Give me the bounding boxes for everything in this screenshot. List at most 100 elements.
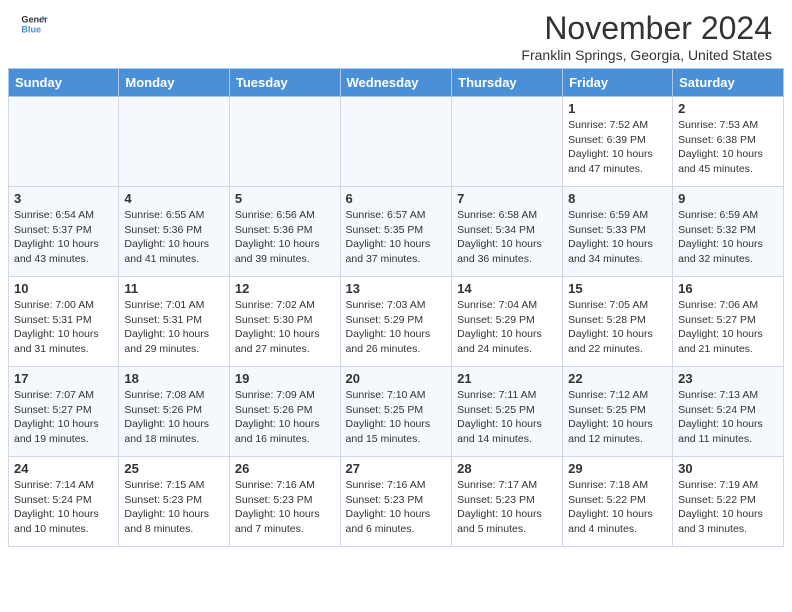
calendar-day-cell [119, 97, 230, 187]
calendar-header-row: SundayMondayTuesdayWednesdayThursdayFrid… [9, 69, 784, 97]
title-area: November 2024 Franklin Springs, Georgia,… [521, 10, 772, 63]
day-number: 16 [678, 281, 778, 296]
calendar-day-cell: 14 Sunrise: 7:04 AMSunset: 5:29 PMDayligh… [452, 277, 563, 367]
day-number: 10 [14, 281, 113, 296]
day-info: Sunrise: 7:04 AMSunset: 5:29 PMDaylight:… [457, 298, 557, 357]
calendar-day-cell: 19 Sunrise: 7:09 AMSunset: 5:26 PMDayligh… [229, 367, 340, 457]
logo: General Blue [20, 10, 48, 38]
calendar-day-cell: 18 Sunrise: 7:08 AMSunset: 5:26 PMDayligh… [119, 367, 230, 457]
calendar-day-cell: 7 Sunrise: 6:58 AMSunset: 5:34 PMDaylight… [452, 187, 563, 277]
day-number: 3 [14, 191, 113, 206]
calendar-day-cell: 1 Sunrise: 7:52 AMSunset: 6:39 PMDaylight… [563, 97, 673, 187]
calendar-day-cell: 27Sunrise: 7:16 AMSunset: 5:23 PMDayligh… [340, 457, 452, 547]
day-info: Sunrise: 6:56 AMSunset: 5:36 PMDaylight:… [235, 208, 335, 267]
day-of-week-header: Thursday [452, 69, 563, 97]
day-number: 12 [235, 281, 335, 296]
calendar-week-row: 17 Sunrise: 7:07 AMSunset: 5:27 PMDayligh… [9, 367, 784, 457]
header: General Blue November 2024 Franklin Spri… [0, 0, 792, 68]
calendar-day-cell: 16 Sunrise: 7:06 AMSunset: 5:27 PMDayligh… [673, 277, 784, 367]
day-number: 26 [235, 461, 335, 476]
day-number: 21 [457, 371, 557, 386]
calendar-day-cell: 26 Sunrise: 7:16 AMSunset: 5:23 PMDayligh… [229, 457, 340, 547]
day-number: 17 [14, 371, 113, 386]
day-info: Sunrise: 7:17 AMSunset: 5:23 PMDaylight:… [457, 478, 557, 537]
day-number: 6 [346, 191, 447, 206]
calendar-day-cell [340, 97, 452, 187]
day-info: Sunrise: 6:54 AMSunset: 5:37 PMDaylight:… [14, 208, 113, 267]
day-of-week-header: Tuesday [229, 69, 340, 97]
day-info: Sunrise: 7:52 AMSunset: 6:39 PMDaylight:… [568, 118, 667, 177]
calendar-day-cell [452, 97, 563, 187]
day-info: Sunrise: 7:14 AMSunset: 5:24 PMDaylight:… [14, 478, 113, 537]
day-number: 24 [14, 461, 113, 476]
calendar-day-cell: 20Sunrise: 7:10 AMSunset: 5:25 PMDayligh… [340, 367, 452, 457]
day-number: 22 [568, 371, 667, 386]
day-number: 29 [568, 461, 667, 476]
day-info: Sunrise: 7:05 AMSunset: 5:28 PMDaylight:… [568, 298, 667, 357]
day-info: Sunrise: 6:57 AMSunset: 5:35 PMDaylight:… [346, 208, 447, 267]
day-of-week-header: Saturday [673, 69, 784, 97]
day-info: Sunrise: 7:07 AMSunset: 5:27 PMDaylight:… [14, 388, 113, 447]
calendar-day-cell: 23Sunrise: 7:13 AMSunset: 5:24 PMDayligh… [673, 367, 784, 457]
day-info: Sunrise: 7:15 AMSunset: 5:23 PMDaylight:… [124, 478, 224, 537]
day-info: Sunrise: 6:58 AMSunset: 5:34 PMDaylight:… [457, 208, 557, 267]
day-info: Sunrise: 7:03 AMSunset: 5:29 PMDaylight:… [346, 298, 447, 357]
day-number: 8 [568, 191, 667, 206]
day-number: 1 [568, 101, 667, 116]
day-number: 30 [678, 461, 778, 476]
calendar-day-cell: 21Sunrise: 7:11 AMSunset: 5:25 PMDayligh… [452, 367, 563, 457]
calendar-day-cell: 8Sunrise: 6:59 AMSunset: 5:33 PMDaylight… [563, 187, 673, 277]
day-info: Sunrise: 7:12 AMSunset: 5:25 PMDaylight:… [568, 388, 667, 447]
calendar-day-cell: 12 Sunrise: 7:02 AMSunset: 5:30 PMDayligh… [229, 277, 340, 367]
day-of-week-header: Sunday [9, 69, 119, 97]
calendar-day-cell: 15 Sunrise: 7:05 AMSunset: 5:28 PMDayligh… [563, 277, 673, 367]
subtitle: Franklin Springs, Georgia, United States [521, 47, 772, 63]
day-number: 4 [124, 191, 224, 206]
calendar-day-cell: 29 Sunrise: 7:18 AMSunset: 5:22 PMDayligh… [563, 457, 673, 547]
day-info: Sunrise: 7:08 AMSunset: 5:26 PMDaylight:… [124, 388, 224, 447]
calendar-day-cell: 5Sunrise: 6:56 AMSunset: 5:36 PMDaylight… [229, 187, 340, 277]
day-of-week-header: Wednesday [340, 69, 452, 97]
calendar-day-cell [9, 97, 119, 187]
calendar-day-cell: 17 Sunrise: 7:07 AMSunset: 5:27 PMDayligh… [9, 367, 119, 457]
day-info: Sunrise: 7:09 AMSunset: 5:26 PMDaylight:… [235, 388, 335, 447]
day-number: 18 [124, 371, 224, 386]
day-number: 7 [457, 191, 557, 206]
calendar-day-cell: 13Sunrise: 7:03 AMSunset: 5:29 PMDayligh… [340, 277, 452, 367]
day-number: 20 [346, 371, 447, 386]
day-number: 9 [678, 191, 778, 206]
calendar-day-cell: 6 Sunrise: 6:57 AMSunset: 5:35 PMDaylight… [340, 187, 452, 277]
calendar-week-row: 1 Sunrise: 7:52 AMSunset: 6:39 PMDaylight… [9, 97, 784, 187]
calendar-day-cell: 30 Sunrise: 7:19 AMSunset: 5:22 PMDayligh… [673, 457, 784, 547]
day-number: 19 [235, 371, 335, 386]
day-number: 25 [124, 461, 224, 476]
calendar-day-cell: 28 Sunrise: 7:17 AMSunset: 5:23 PMDayligh… [452, 457, 563, 547]
svg-text:Blue: Blue [21, 24, 41, 34]
calendar-day-cell: 25 Sunrise: 7:15 AMSunset: 5:23 PMDayligh… [119, 457, 230, 547]
day-info: Sunrise: 7:00 AMSunset: 5:31 PMDaylight:… [14, 298, 113, 357]
day-info: Sunrise: 7:06 AMSunset: 5:27 PMDaylight:… [678, 298, 778, 357]
day-info: Sunrise: 7:19 AMSunset: 5:22 PMDaylight:… [678, 478, 778, 537]
day-number: 11 [124, 281, 224, 296]
day-info: Sunrise: 7:02 AMSunset: 5:30 PMDaylight:… [235, 298, 335, 357]
day-number: 28 [457, 461, 557, 476]
calendar-week-row: 3 Sunrise: 6:54 AMSunset: 5:37 PMDaylight… [9, 187, 784, 277]
day-number: 23 [678, 371, 778, 386]
day-info: Sunrise: 6:55 AMSunset: 5:36 PMDaylight:… [124, 208, 224, 267]
day-of-week-header: Monday [119, 69, 230, 97]
calendar-day-cell: 11 Sunrise: 7:01 AMSunset: 5:31 PMDayligh… [119, 277, 230, 367]
day-info: Sunrise: 7:01 AMSunset: 5:31 PMDaylight:… [124, 298, 224, 357]
day-number: 2 [678, 101, 778, 116]
calendar-day-cell: 2 Sunrise: 7:53 AMSunset: 6:38 PMDaylight… [673, 97, 784, 187]
calendar-day-cell: 9Sunrise: 6:59 AMSunset: 5:32 PMDaylight… [673, 187, 784, 277]
calendar-day-cell: 3 Sunrise: 6:54 AMSunset: 5:37 PMDaylight… [9, 187, 119, 277]
calendar-week-row: 24 Sunrise: 7:14 AMSunset: 5:24 PMDayligh… [9, 457, 784, 547]
day-info: Sunrise: 7:18 AMSunset: 5:22 PMDaylight:… [568, 478, 667, 537]
day-number: 14 [457, 281, 557, 296]
day-info: Sunrise: 7:16 AMSunset: 5:23 PMDaylight:… [235, 478, 335, 537]
day-info: Sunrise: 7:16 AMSunset: 5:23 PMDaylight:… [346, 478, 447, 537]
day-number: 15 [568, 281, 667, 296]
main-title: November 2024 [521, 10, 772, 47]
day-info: Sunrise: 7:53 AMSunset: 6:38 PMDaylight:… [678, 118, 778, 177]
calendar-week-row: 10 Sunrise: 7:00 AMSunset: 5:31 PMDayligh… [9, 277, 784, 367]
